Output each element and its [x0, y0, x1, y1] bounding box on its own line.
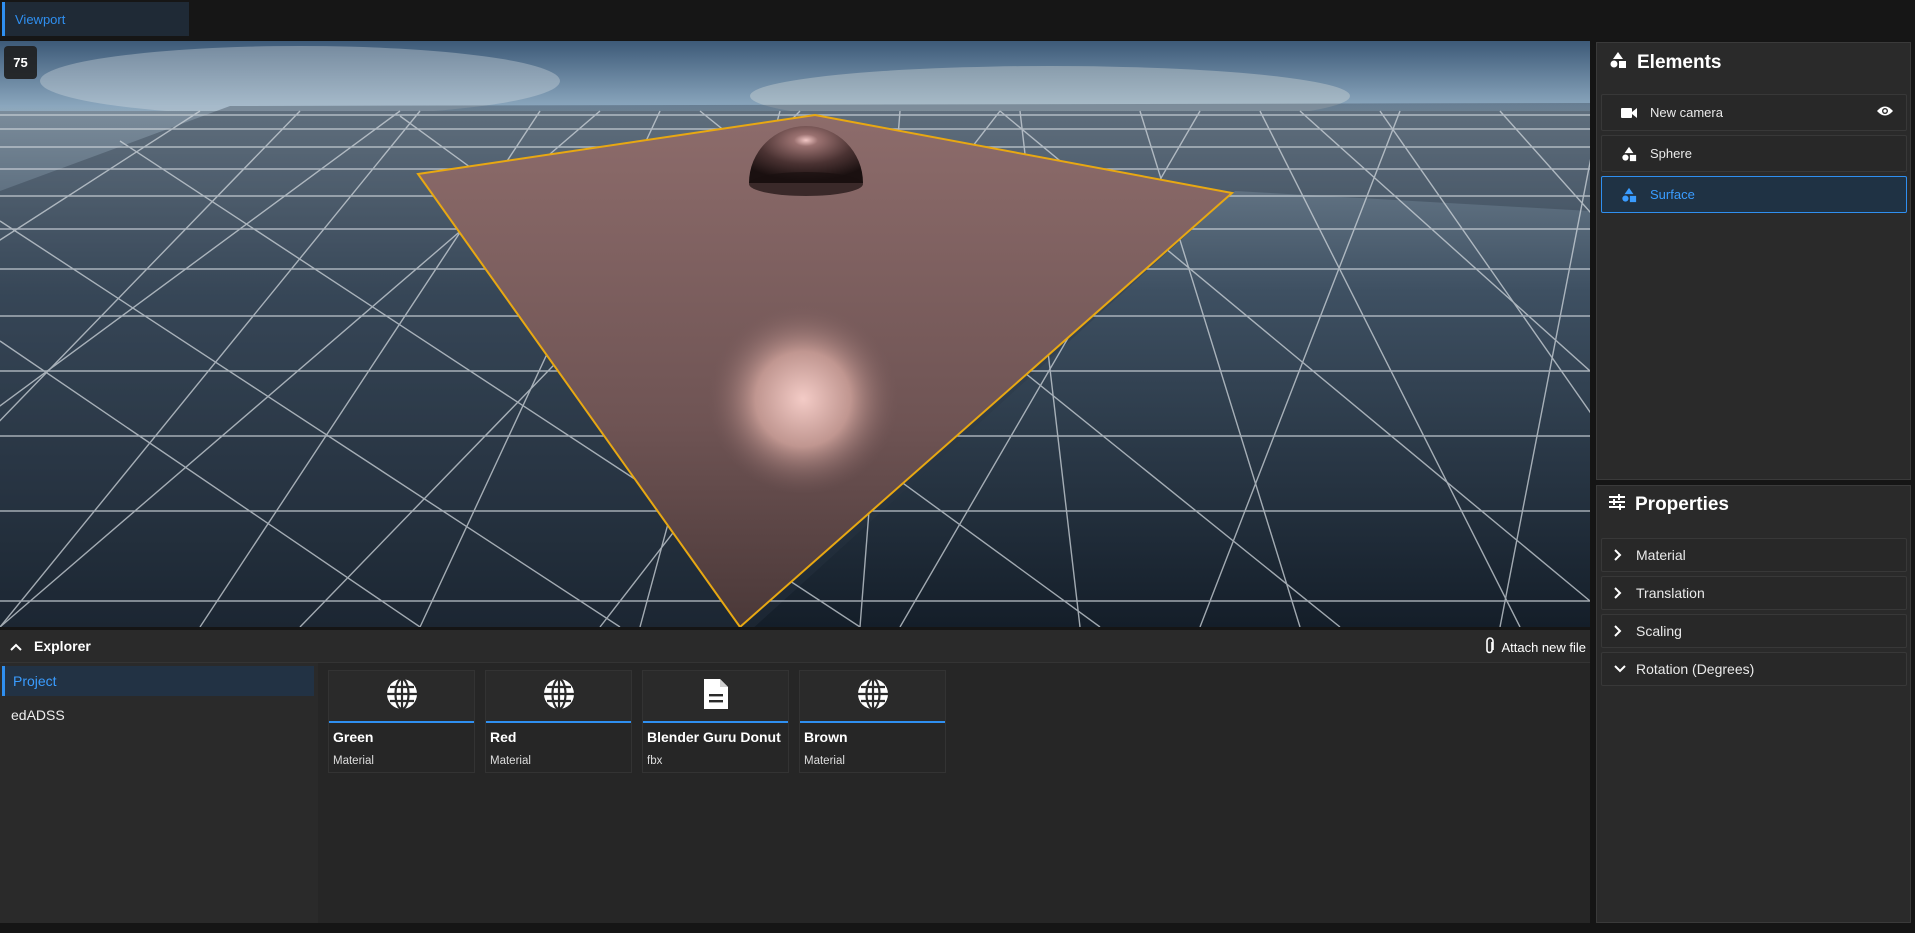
chevron-right-icon	[1614, 587, 1628, 599]
tune-icon	[1609, 494, 1625, 516]
element-label: Surface	[1650, 187, 1695, 202]
globe-icon	[385, 677, 419, 716]
file-icon	[702, 677, 730, 716]
globe-icon	[856, 677, 890, 716]
shapes-icon	[1620, 186, 1638, 204]
chevron-up-icon[interactable]	[10, 638, 22, 654]
chevron-right-icon	[1614, 549, 1628, 561]
property-label: Scaling	[1636, 623, 1682, 639]
property-label: Translation	[1636, 585, 1705, 601]
property-label: Material	[1636, 547, 1686, 563]
card-name: Blender Guru Donut	[647, 729, 781, 745]
3d-viewport[interactable]: 75	[0, 41, 1590, 627]
tab-viewport[interactable]: Viewport	[2, 2, 189, 36]
scene-render	[0, 41, 1590, 627]
globe-icon	[542, 677, 576, 716]
elements-title: Elements	[1637, 52, 1722, 73]
property-material[interactable]: Material	[1601, 538, 1907, 572]
sidebar-item-edadss[interactable]: edADSS	[2, 700, 314, 730]
element-sphere[interactable]: Sphere	[1601, 135, 1907, 172]
chevron-down-icon	[1614, 665, 1628, 673]
shapes-icon	[1609, 51, 1627, 75]
card-type: Material	[490, 755, 531, 767]
asset-card-donut[interactable]: Blender Guru Donut fbx	[642, 670, 789, 773]
asset-card-red[interactable]: Red Material	[485, 670, 632, 773]
elements-panel: Elements New camera Sphere Surface	[1596, 42, 1911, 480]
paperclip-icon	[1485, 637, 1495, 658]
element-label: New camera	[1650, 105, 1723, 120]
camera-icon	[1620, 104, 1638, 122]
sidebar-item-project[interactable]: Project	[2, 666, 314, 696]
card-name: Green	[333, 729, 374, 745]
element-surface[interactable]: Surface	[1601, 176, 1907, 213]
card-type: Material	[804, 755, 845, 767]
card-name: Brown	[804, 729, 848, 745]
asset-card-brown[interactable]: Brown Material	[799, 670, 946, 773]
card-name: Red	[490, 729, 517, 745]
shapes-icon	[1620, 145, 1638, 163]
properties-panel: Properties Material Translation Scaling …	[1596, 485, 1911, 923]
properties-title: Properties	[1635, 494, 1729, 515]
attach-label: Attach new file	[1501, 640, 1586, 655]
attach-file-button[interactable]: Attach new file	[1485, 637, 1586, 658]
chevron-right-icon	[1614, 625, 1628, 637]
explorer-sidebar: Project edADSS	[0, 663, 318, 923]
element-label: Sphere	[1650, 146, 1692, 161]
element-new-camera[interactable]: New camera	[1601, 94, 1907, 131]
property-scaling[interactable]: Scaling	[1601, 614, 1907, 648]
property-rotation[interactable]: Rotation (Degrees)	[1601, 652, 1907, 686]
explorer-title: Explorer	[34, 638, 91, 654]
property-translation[interactable]: Translation	[1601, 576, 1907, 610]
eye-icon[interactable]	[1876, 105, 1894, 120]
asset-card-green[interactable]: Green Material	[328, 670, 475, 773]
top-bar: Viewport	[0, 0, 1915, 40]
explorer-panel: Explorer Attach new file Project edADSS …	[0, 630, 1590, 923]
fov-indicator[interactable]: 75	[4, 46, 37, 79]
property-label: Rotation (Degrees)	[1636, 661, 1755, 677]
explorer-header: Explorer Attach new file	[0, 630, 1590, 663]
card-type: Material	[333, 755, 374, 767]
card-type: fbx	[647, 755, 663, 767]
